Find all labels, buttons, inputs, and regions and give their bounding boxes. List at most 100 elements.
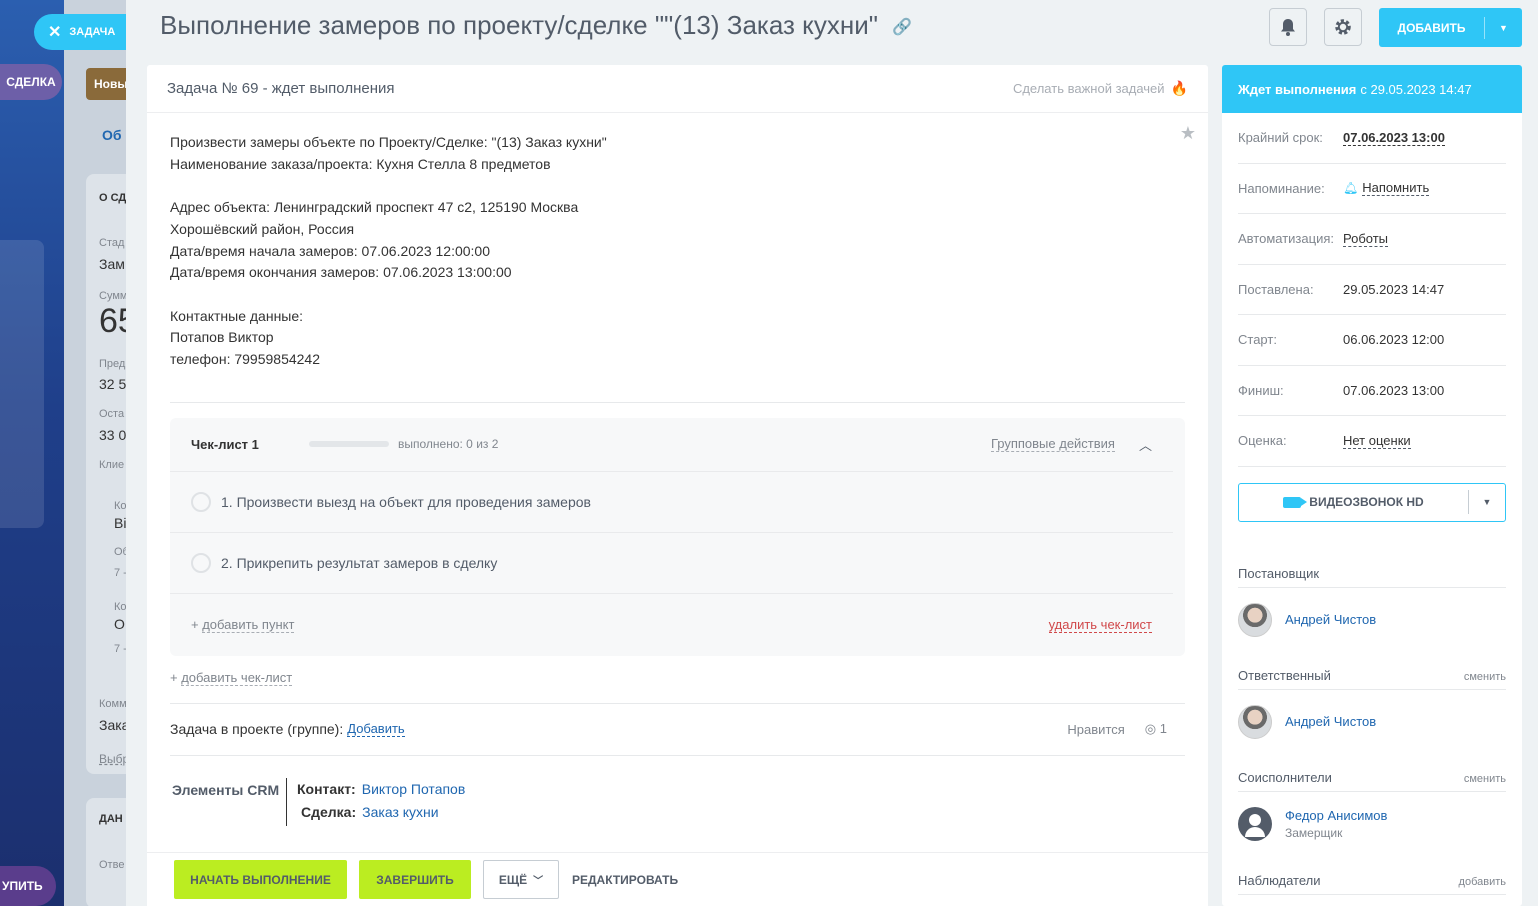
finish-row: Финиш: 07.06.2023 13:00	[1238, 366, 1506, 416]
checklist-progress-bar	[309, 441, 389, 448]
video-call-main[interactable]: ВИДЕОЗВОНОК HD	[1239, 495, 1468, 509]
delete-checklist-link[interactable]: удалить чек-лист	[1048, 617, 1152, 633]
background-stage-tag: Новы	[86, 68, 128, 100]
crm-contact-label: Контакт:	[297, 780, 356, 797]
background-sum-value: 65	[99, 302, 126, 340]
divider	[170, 401, 1185, 403]
rating-link[interactable]: Нет оценки	[1343, 433, 1411, 449]
creator-name[interactable]: Андрей Чистов	[1285, 612, 1376, 627]
description-line	[170, 175, 1185, 197]
background-tab[interactable]: Об	[102, 127, 126, 143]
responsible-change-link[interactable]: сменить	[1464, 671, 1506, 683]
reminder-row: Напоминание: 🔔︎ Напомнить	[1238, 164, 1506, 214]
background-bottom-button[interactable]: УПИТЬ	[0, 866, 56, 906]
settings-button[interactable]	[1324, 8, 1362, 46]
bell-icon	[1281, 19, 1295, 36]
add-button-label: ДОБАВИТЬ	[1397, 20, 1466, 35]
add-item-label: добавить пункт	[202, 617, 295, 634]
start-button[interactable]: НАЧАТЬ ВЫПОЛНЕНИЕ	[174, 860, 347, 899]
rating-label: Оценка:	[1238, 433, 1287, 449]
more-button[interactable]: ЕЩЁ ﹀	[483, 860, 559, 899]
close-task-chip[interactable]: ✕ ЗАДАЧА	[34, 14, 126, 50]
description-line: Контактные данные:	[170, 307, 304, 324]
background-c2: Ві	[114, 515, 126, 531]
crm-elements: Элементы CRM Контакт: Виктор Потапов Сдел…	[172, 777, 1183, 826]
add-item-link[interactable]: + добавить пункт	[191, 617, 295, 634]
add-button[interactable]: ДОБАВИТЬ ▼	[1379, 8, 1522, 47]
make-important-link[interactable]: Сделать важной задачей 🔥	[1013, 80, 1188, 97]
accomplices-section: Соисполнители сменить	[1238, 769, 1506, 792]
accomplices-change-link[interactable]: сменить	[1464, 773, 1506, 785]
checklist-item-text[interactable]: 1. Произвести выезд на объект для провед…	[221, 494, 591, 510]
crm-deal-row: Сделка: Заказ кухни	[297, 801, 465, 824]
link-icon[interactable]: 🔗	[892, 17, 912, 37]
gear-icon	[1335, 19, 1351, 35]
background-data-section: ДАН	[99, 813, 123, 825]
background-c5: Ко	[114, 601, 126, 613]
group-actions-link[interactable]: Групповые действия	[990, 436, 1115, 453]
chevron-down-icon[interactable]: ▼	[1469, 497, 1505, 507]
background-comment-value: Зака	[99, 717, 126, 733]
finish-value: 07.06.2023 13:00	[1343, 382, 1445, 398]
crm-contact-link[interactable]: Виктор Потапов	[362, 781, 466, 797]
add-project-link[interactable]: Добавить	[347, 721, 405, 738]
deadline-row: Крайний срок: 07.06.2023 13:00	[1238, 113, 1506, 164]
responsible-person[interactable]: Андрей Чистов	[1238, 695, 1506, 749]
accomplice-info: Федор Анисимов Замерщик	[1285, 808, 1387, 840]
project-row: Задача в проекте (группе): Добавить Нрав…	[170, 702, 1185, 756]
notifications-button[interactable]	[1269, 8, 1307, 46]
add-checklist-link[interactable]: + добавить чек-лист	[147, 656, 1208, 694]
created-label: Поставлена:	[1238, 281, 1314, 297]
checklist-footer: + добавить пункт удалить чек-лист	[170, 594, 1173, 656]
finish-label: Финиш:	[1238, 382, 1284, 398]
checklist-item-text[interactable]: 2. Прикрепить результат замеров в сделку	[221, 555, 497, 571]
task-footer: НАЧАТЬ ВЫПОЛНЕНИЕ ЗАВЕРШИТЬ ЕЩЁ ﹀ РЕДАКТ…	[147, 852, 1208, 906]
auditors-section-title: Наблюдатели	[1238, 872, 1321, 888]
description-line: Хорошёвский район, Россия	[170, 220, 355, 237]
edit-button[interactable]: РЕДАКТИРОВАТЬ	[572, 873, 678, 887]
background-sum-label: Сумм	[99, 290, 126, 302]
video-call-button[interactable]: ВИДЕОЗВОНОК HD ▼	[1238, 482, 1506, 522]
make-important-label: Сделать важной задачей	[1012, 81, 1165, 96]
eye-icon: ◎	[1144, 721, 1157, 737]
background-ost-label: Оста	[99, 408, 125, 420]
background-choose[interactable]: Выбр	[99, 752, 126, 766]
creator-section-title: Постановщик	[1238, 565, 1320, 581]
description-line: Произвести замеры объекте по Проекту/Сде…	[170, 134, 607, 150]
add-checklist-label: добавить чек-лист	[181, 669, 293, 686]
favorite-star-icon[interactable]: ★	[1180, 123, 1196, 144]
checkbox-circle[interactable]	[191, 491, 211, 512]
checkbox-circle[interactable]	[191, 552, 211, 573]
background-ost-value: 33 0	[99, 427, 126, 443]
status-since: с 29.05.2023 14:47	[1360, 81, 1472, 97]
checklist-header: Чек-лист 1 выполнено: 0 из 2 Групповые д…	[170, 418, 1173, 472]
views-counter: ◎ 1	[1145, 721, 1167, 737]
chevron-up-icon[interactable]: ︿	[1139, 435, 1152, 454]
background-pred-value: 32 5	[99, 376, 126, 392]
background-deal-tab[interactable]: СДЕЛКА	[0, 64, 62, 100]
status-header: Ждет выполнения с 29.05.2023 14:47	[1222, 65, 1522, 113]
deadline-value[interactable]: 07.06.2023 13:00	[1343, 130, 1445, 146]
background-c3: Об	[114, 546, 126, 558]
robots-link[interactable]: Роботы	[1343, 231, 1389, 247]
chevron-down-icon[interactable]: ▼	[1485, 23, 1522, 33]
accomplice-name[interactable]: Федор Анисимов	[1285, 808, 1387, 823]
crm-links: Контакт: Виктор Потапов Сделка: Заказ кухн…	[286, 777, 465, 826]
task-description: Произвести замеры объекте по Проекту/Сде…	[147, 113, 1208, 371]
accomplice-person[interactable]: Федор Анисимов Замерщик	[1238, 797, 1506, 851]
finish-button[interactable]: ЗАВЕРШИТЬ	[359, 860, 471, 899]
creator-person[interactable]: Андрей Чистов	[1238, 593, 1506, 647]
accomplice-role: Замерщик	[1285, 825, 1343, 840]
avatar	[1238, 704, 1272, 739]
reminder-link[interactable]: Напомнить	[1362, 180, 1430, 197]
like-button[interactable]: Нравится	[1067, 722, 1124, 737]
more-button-label: ЕЩЁ	[498, 872, 528, 887]
crm-contact-row: Контакт: Виктор Потапов	[297, 778, 465, 801]
crm-deal-link[interactable]: Заказ кухни	[362, 804, 438, 820]
responsible-name[interactable]: Андрей Чистов	[1285, 714, 1376, 729]
auditors-add-link[interactable]: добавить	[1459, 876, 1506, 888]
checklist-item: 2. Прикрепить результат замеров в сделку	[170, 533, 1173, 594]
description-line: Наименование заказа/проекта: Кухня Стелл…	[170, 155, 551, 172]
description-line: Адрес объекта: Ленинградский проспект 47…	[170, 199, 579, 216]
task-status-title: Задача № 69 - ждет выполнения	[167, 80, 395, 97]
